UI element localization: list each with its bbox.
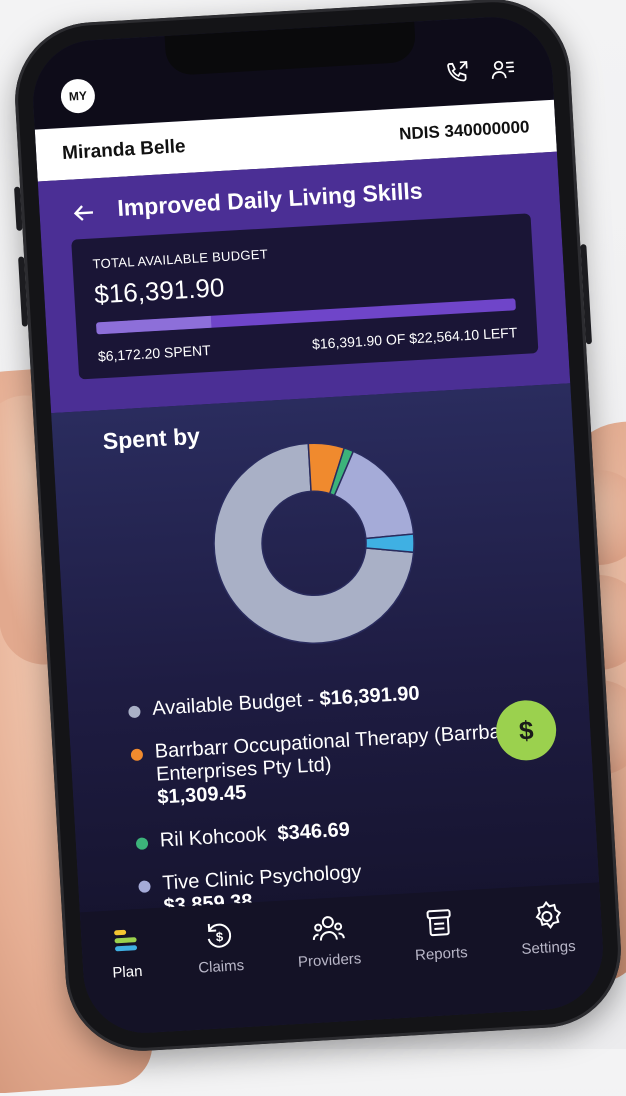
legend-item[interactable]: Ril Kohcook $346.69 — [135, 807, 556, 854]
nav-claims[interactable]: $ Claims — [196, 917, 245, 977]
legend-amount: $346.69 — [276, 818, 351, 845]
legend-item[interactable]: Barrbarr Occupational Therapy (Barrbarr … — [130, 718, 553, 811]
section-title: Spent by — [102, 422, 201, 455]
side-button — [580, 244, 593, 345]
legend-dot — [128, 705, 141, 719]
participant-name: Miranda Belle — [61, 136, 187, 165]
settings-icon — [535, 900, 561, 929]
phone-frame: MY Miranda Belle NDIS 340000000 Improved… — [10, 0, 626, 1056]
providers-icon — [312, 916, 345, 941]
page-title: Improved Daily Living Skills — [116, 177, 424, 221]
top-actions — [443, 56, 516, 86]
donut-chart — [213, 442, 415, 644]
budget-progress-fill — [95, 315, 212, 335]
legend-label: Tive Clinic Psychology — [161, 861, 363, 895]
legend-label: Ril Kohcook — [159, 823, 268, 852]
legend-amount: $16,391.90 — [318, 682, 421, 711]
nav-plan[interactable]: Plan — [108, 923, 145, 982]
phone-callback-icon[interactable] — [443, 59, 470, 86]
ndis-number: NDIS 340000000 — [398, 117, 530, 144]
legend-dot — [130, 748, 144, 762]
nav-settings[interactable]: Settings — [519, 898, 576, 958]
budget-card: TOTAL AVAILABLE BUDGET $16,391.90 $6,172… — [71, 213, 539, 380]
nav-providers[interactable]: Providers — [295, 910, 362, 971]
spent-text: $6,172.20 SPENT — [97, 341, 212, 365]
nav-reports[interactable]: Reports — [412, 904, 468, 964]
legend-label: Available Budget - — [151, 688, 321, 720]
left-text: $16,391.90 OF $22,564.10 LEFT — [311, 324, 518, 353]
avatar[interactable]: MY — [59, 78, 96, 115]
legend-amount: $1,309.45 — [156, 781, 247, 809]
legend-item[interactable]: Available Budget - $16,391.90 — [128, 675, 549, 722]
legend-dot — [138, 880, 151, 893]
nav-label: Plan — [111, 962, 143, 982]
legend-text: Barrbarr Occupational Therapy (Barrbarr … — [154, 718, 553, 810]
reports-icon — [427, 909, 452, 937]
nav-label: Providers — [297, 950, 362, 971]
contact-list-icon[interactable] — [489, 56, 516, 83]
svg-text:$: $ — [215, 929, 224, 944]
nav-label: Settings — [521, 937, 577, 958]
claims-icon: $ — [207, 923, 232, 948]
app-screen: MY Miranda Belle NDIS 340000000 Improved… — [29, 13, 607, 1037]
plan-icon — [114, 929, 138, 952]
nav-label: Claims — [197, 956, 245, 977]
legend-text: Available Budget - $16,391.90 — [152, 682, 421, 720]
notch — [164, 21, 417, 76]
side-button — [14, 186, 23, 231]
nav-label: Reports — [414, 944, 469, 965]
spent-by-section: Spent by Available Budget - $16,391.90 B… — [51, 383, 600, 927]
back-arrow-icon[interactable] — [69, 198, 99, 228]
legend-dot — [135, 837, 149, 850]
legend-text: Ril Kohcook $346.69 — [159, 819, 350, 853]
side-button — [18, 256, 29, 327]
legend-label: Barrbarr Occupational Therapy (Barrbarr … — [154, 720, 515, 786]
page-header: Improved Daily Living Skills TOTAL AVAIL… — [37, 151, 571, 414]
